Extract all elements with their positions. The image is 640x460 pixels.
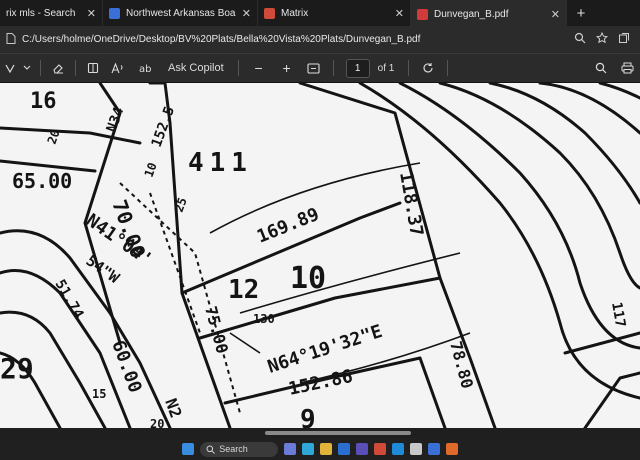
scrollbar-thumb[interactable] [265,431,411,435]
edge-icon[interactable] [301,443,314,455]
tab-nwa-board[interactable]: Northwest Arkansas Board of ✕ [103,0,258,26]
close-icon[interactable]: ✕ [87,7,96,20]
toolbar-divider [40,60,41,76]
page-view-icon[interactable] [82,53,104,83]
tab-bar: rix mls - Search ✕ Northwest Arkansas Bo… [0,0,640,26]
search-label: Search [219,444,248,454]
windows-taskbar: Search [0,438,640,460]
search-icon[interactable] [588,53,614,83]
lot-label: 9 [300,405,316,428]
toolbar-divider [447,60,449,76]
lot-label: 12 [228,275,259,305]
task-view-icon[interactable] [283,443,296,455]
tab-label: Matrix [281,7,309,19]
tab-label: Dunvegan_B.pdf [434,8,509,20]
toolbar-divider [408,60,410,76]
close-icon[interactable]: ✕ [551,8,560,21]
file-explorer-icon[interactable] [319,443,332,455]
address-bar: C:/Users/holme/OneDrive/Desktop/BV%20Pla… [0,26,640,53]
lot-label: 10 [290,261,326,296]
pdf-favicon-icon [417,8,428,20]
toolbar-divider [332,60,334,76]
eraser-icon[interactable] [47,53,69,83]
toolbar-divider [75,60,76,76]
zoom-out-button[interactable]: − [245,53,273,83]
page-number-input[interactable]: 1 [345,58,370,78]
rotate-icon[interactable] [415,53,441,83]
translate-icon[interactable]: ab [132,53,160,83]
app-icon[interactable] [445,443,458,455]
plat-label: 65.00 [12,169,72,193]
fit-page-icon[interactable] [301,53,327,83]
store-icon[interactable] [337,443,350,455]
tab-dunvegan-pdf[interactable]: Dunvegan_B.pdf ✕ [411,0,567,26]
pdf-page-viewport[interactable]: 16 N34 20 152.5 65.00 411 10 25 70.00 16… [0,83,640,428]
url-field[interactable]: C:/Users/holme/OneDrive/Desktop/BV%20Pla… [22,34,574,45]
app-icon[interactable] [391,443,404,455]
close-icon[interactable]: ✕ [395,7,404,20]
matrix-favicon-icon [264,7,275,19]
read-aloud-icon[interactable] [104,53,132,83]
zoom-icon[interactable] [574,32,586,47]
print-icon[interactable] [614,53,640,83]
search-icon [206,445,216,454]
tab-rix-mls[interactable]: rix mls - Search ✕ [0,0,103,26]
zoom-in-button[interactable]: + [273,53,301,83]
new-tab-button[interactable]: + [567,0,595,26]
tab-label: rix mls - Search [6,7,76,19]
start-icon[interactable] [182,443,195,455]
lot-label: 16 [30,89,57,114]
document-icon [6,32,20,47]
plat-label: 15 [92,387,106,401]
favorite-star-icon[interactable] [595,31,609,47]
ask-copilot-button[interactable]: Ask Copilot [160,53,232,83]
toolbar-divider [237,60,239,76]
collections-icon[interactable] [618,32,630,47]
chevron-down-icon[interactable] [20,53,34,83]
plat-label: 20 [150,417,164,428]
site-favicon-icon [109,7,120,19]
app-icon[interactable] [373,443,386,455]
tab-matrix[interactable]: Matrix ✕ [258,0,411,26]
plat-label: 130 [253,312,275,326]
svg-text:ab: ab [139,64,151,74]
lot-label: 411 [188,148,253,178]
app-icon[interactable] [409,443,422,455]
app-icon[interactable] [355,443,368,455]
page-total: of 1 [377,62,395,74]
draw-icon[interactable] [0,53,20,83]
plat-map: 16 N34 20 152.5 65.00 411 10 25 70.00 16… [0,83,640,428]
lot-label: 29 [0,352,34,385]
tab-label: Northwest Arkansas Board of [126,7,236,19]
horizontal-scrollbar[interactable] [0,428,640,438]
taskbar-search[interactable]: Search [200,441,278,457]
pdf-toolbar: ab Ask Copilot − + 1 of 1 [0,53,640,83]
close-icon[interactable]: ✕ [242,7,251,20]
app-icon[interactable] [427,443,440,455]
